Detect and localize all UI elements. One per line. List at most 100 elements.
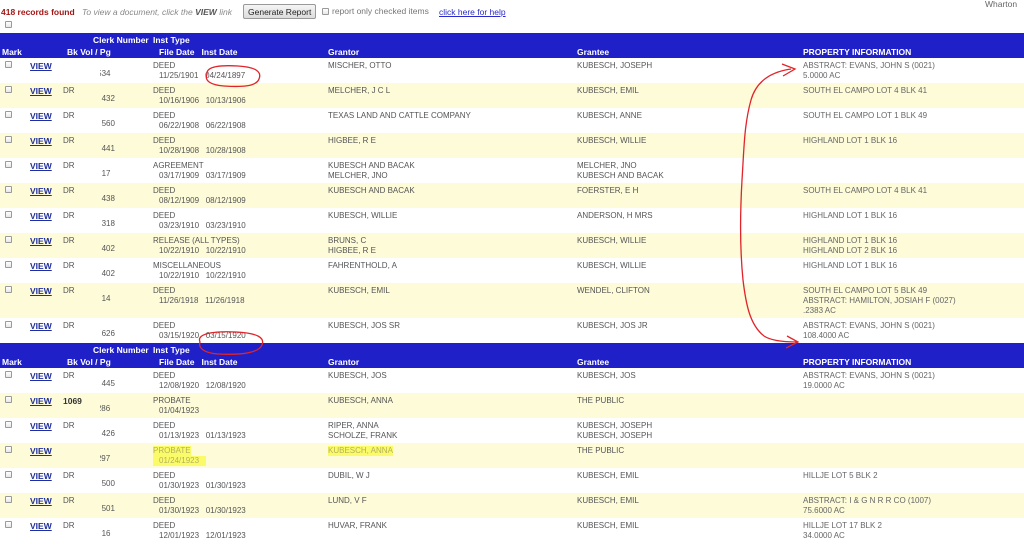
view-link[interactable]: VIEW: [30, 521, 52, 531]
book-type: DR: [63, 521, 75, 530]
inst-type: DEED: [153, 136, 176, 145]
mark-checkbox[interactable]: [5, 111, 12, 118]
property-line: 19.0000 AC: [803, 381, 845, 390]
inst-type: DEED: [153, 371, 176, 380]
header-mark: Mark: [0, 46, 30, 58]
dates: 12/08/1920 12/08/1920: [153, 381, 246, 391]
mark-checkbox[interactable]: [5, 61, 12, 68]
grantor-line: KUBESCH, ANNA: [328, 396, 393, 405]
mark-checkbox[interactable]: [5, 261, 12, 268]
mark-checkbox[interactable]: [5, 471, 12, 478]
volume-page: 21 / 441: [100, 144, 115, 153]
report-checked-only-option[interactable]: report only checked items: [322, 6, 429, 16]
book-type: DR: [63, 161, 75, 170]
view-link[interactable]: VIEW: [30, 286, 52, 296]
table-row: VIEW DR 63 / 16 DEED 12/01/1923 12/01/19…: [0, 518, 1024, 543]
table-row: VIEW 1069 L / 286 PROBATE 01/04/1923 KUB…: [0, 393, 1024, 418]
mark-checkbox[interactable]: [5, 236, 12, 243]
property-line: HILLJE LOT 17 BLK 2: [803, 521, 883, 530]
volume-page: 28 / 402: [100, 244, 115, 253]
view-link[interactable]: VIEW: [30, 396, 52, 406]
mark-checkbox[interactable]: [5, 186, 12, 193]
view-hint: To view a document, click the VIEW link: [82, 7, 232, 17]
book-type: DR: [63, 186, 75, 195]
view-link[interactable]: VIEW: [30, 421, 52, 431]
header-grantor: Grantor: [328, 356, 577, 368]
mark-checkbox[interactable]: [5, 211, 12, 218]
view-link[interactable]: VIEW: [30, 61, 52, 71]
county-label: Wharton: [985, 0, 1018, 9]
mark-checkbox[interactable]: [5, 136, 12, 143]
generate-report-button[interactable]: Generate Report: [243, 4, 317, 19]
view-link[interactable]: VIEW: [30, 496, 52, 506]
header-inst-type: Inst Type: [153, 343, 328, 356]
inst-type: DEED: [153, 86, 176, 95]
inst-date: 08/12/1909: [205, 196, 246, 205]
file-date: 01/30/1923: [159, 481, 200, 490]
view-link[interactable]: VIEW: [30, 261, 52, 271]
view-link[interactable]: VIEW: [30, 161, 52, 171]
mark-checkbox[interactable]: [5, 521, 12, 528]
property-line: 75.6000 AC: [803, 506, 845, 515]
grantor-line: LUND, V F: [328, 496, 367, 505]
property-line: ABSTRACT: HAMILTON, JOSIAH F (0027): [803, 296, 956, 305]
mark-checkbox[interactable]: [5, 321, 12, 328]
mark-checkbox[interactable]: [5, 421, 12, 428]
table-row: VIEW L / 297 PROBATE 01/24/1923 KUBESCH,…: [0, 443, 1024, 468]
mark-checkbox[interactable]: [5, 496, 12, 503]
dates: 03/15/1920 03/15/1920: [153, 331, 246, 341]
view-link[interactable]: VIEW: [30, 186, 52, 196]
view-link[interactable]: VIEW: [30, 236, 52, 246]
inst-type: DEED: [153, 421, 176, 430]
dates: 10/22/1910 10/22/1910: [153, 271, 246, 281]
inst-type: AGREEMENT: [153, 161, 204, 170]
file-date: 10/22/1910: [159, 246, 200, 255]
property-line: .2383 AC: [803, 306, 836, 315]
mark-checkbox[interactable]: [5, 396, 12, 403]
file-date: 01/13/1923: [159, 431, 200, 440]
volume-page: 20 / 560: [100, 119, 115, 128]
mark-checkbox[interactable]: [5, 86, 12, 93]
mark-checkbox[interactable]: [5, 161, 12, 168]
view-link[interactable]: VIEW: [30, 211, 52, 221]
table-row: VIEW DR 54 / 626 DEED 03/15/1920 03/15/1…: [0, 318, 1024, 343]
inst-date: 10/13/1906: [205, 96, 246, 105]
grantee-line: KUBESCH, EMIL: [577, 471, 639, 480]
inst-date: 01/30/1923: [205, 481, 246, 490]
table-row: VIEW DR 50 / 14 DEED 11/26/1918 11/26/19…: [0, 283, 1024, 318]
view-link[interactable]: VIEW: [30, 86, 52, 96]
view-link[interactable]: VIEW: [30, 136, 52, 146]
file-date: 06/22/1908: [159, 121, 200, 130]
view-link[interactable]: VIEW: [30, 111, 52, 121]
table-row: VIEW DR 56 / 445 DEED 12/08/1920 12/08/1…: [0, 368, 1024, 393]
volume-page: 54 / 626: [100, 329, 115, 338]
property-line: 34.0000 AC: [803, 531, 845, 540]
table-row: VIEW 5 / 534 DEED 11/25/1901 04/24/1897 …: [0, 58, 1024, 83]
grantor-line: KUBESCH, WILLIE: [328, 211, 398, 220]
help-link[interactable]: click here for help: [439, 7, 506, 17]
file-date: 12/01/1923: [159, 531, 200, 540]
mark-checkbox[interactable]: [5, 446, 12, 453]
property-line: SOUTH EL CAMPO LOT 4 BLK 41: [803, 186, 928, 195]
file-date: 11/26/1918: [159, 296, 199, 305]
header-inst-type: Inst Type: [153, 33, 328, 46]
grantor-line: HIGBEE, R E: [328, 136, 377, 145]
table-row: VIEW DR 23 / 438 DEED 08/12/1909 08/12/1…: [0, 183, 1024, 208]
mark-checkbox[interactable]: [5, 286, 12, 293]
report-checked-only-label: report only checked items: [332, 6, 429, 16]
file-date: 08/12/1909: [159, 196, 200, 205]
file-date: 10/16/1906: [159, 96, 200, 105]
mark-checkbox[interactable]: [5, 371, 12, 378]
grantor-line: MELCHER, JNO: [328, 171, 388, 180]
inst-type: DEED: [153, 186, 176, 195]
view-link[interactable]: VIEW: [30, 471, 52, 481]
dates: 06/22/1908 06/22/1908: [153, 121, 246, 131]
property-line: ABSTRACT: EVANS, JOHN S (0021): [803, 61, 935, 70]
view-link[interactable]: VIEW: [30, 371, 52, 381]
report-checked-only-checkbox[interactable]: [322, 7, 329, 15]
view-link[interactable]: VIEW: [30, 321, 52, 331]
view-link[interactable]: VIEW: [30, 446, 52, 456]
dates: 01/30/1923 01/30/1923: [153, 506, 246, 516]
select-all-checkbox[interactable]: [5, 21, 12, 28]
book-type: DR: [63, 261, 75, 270]
